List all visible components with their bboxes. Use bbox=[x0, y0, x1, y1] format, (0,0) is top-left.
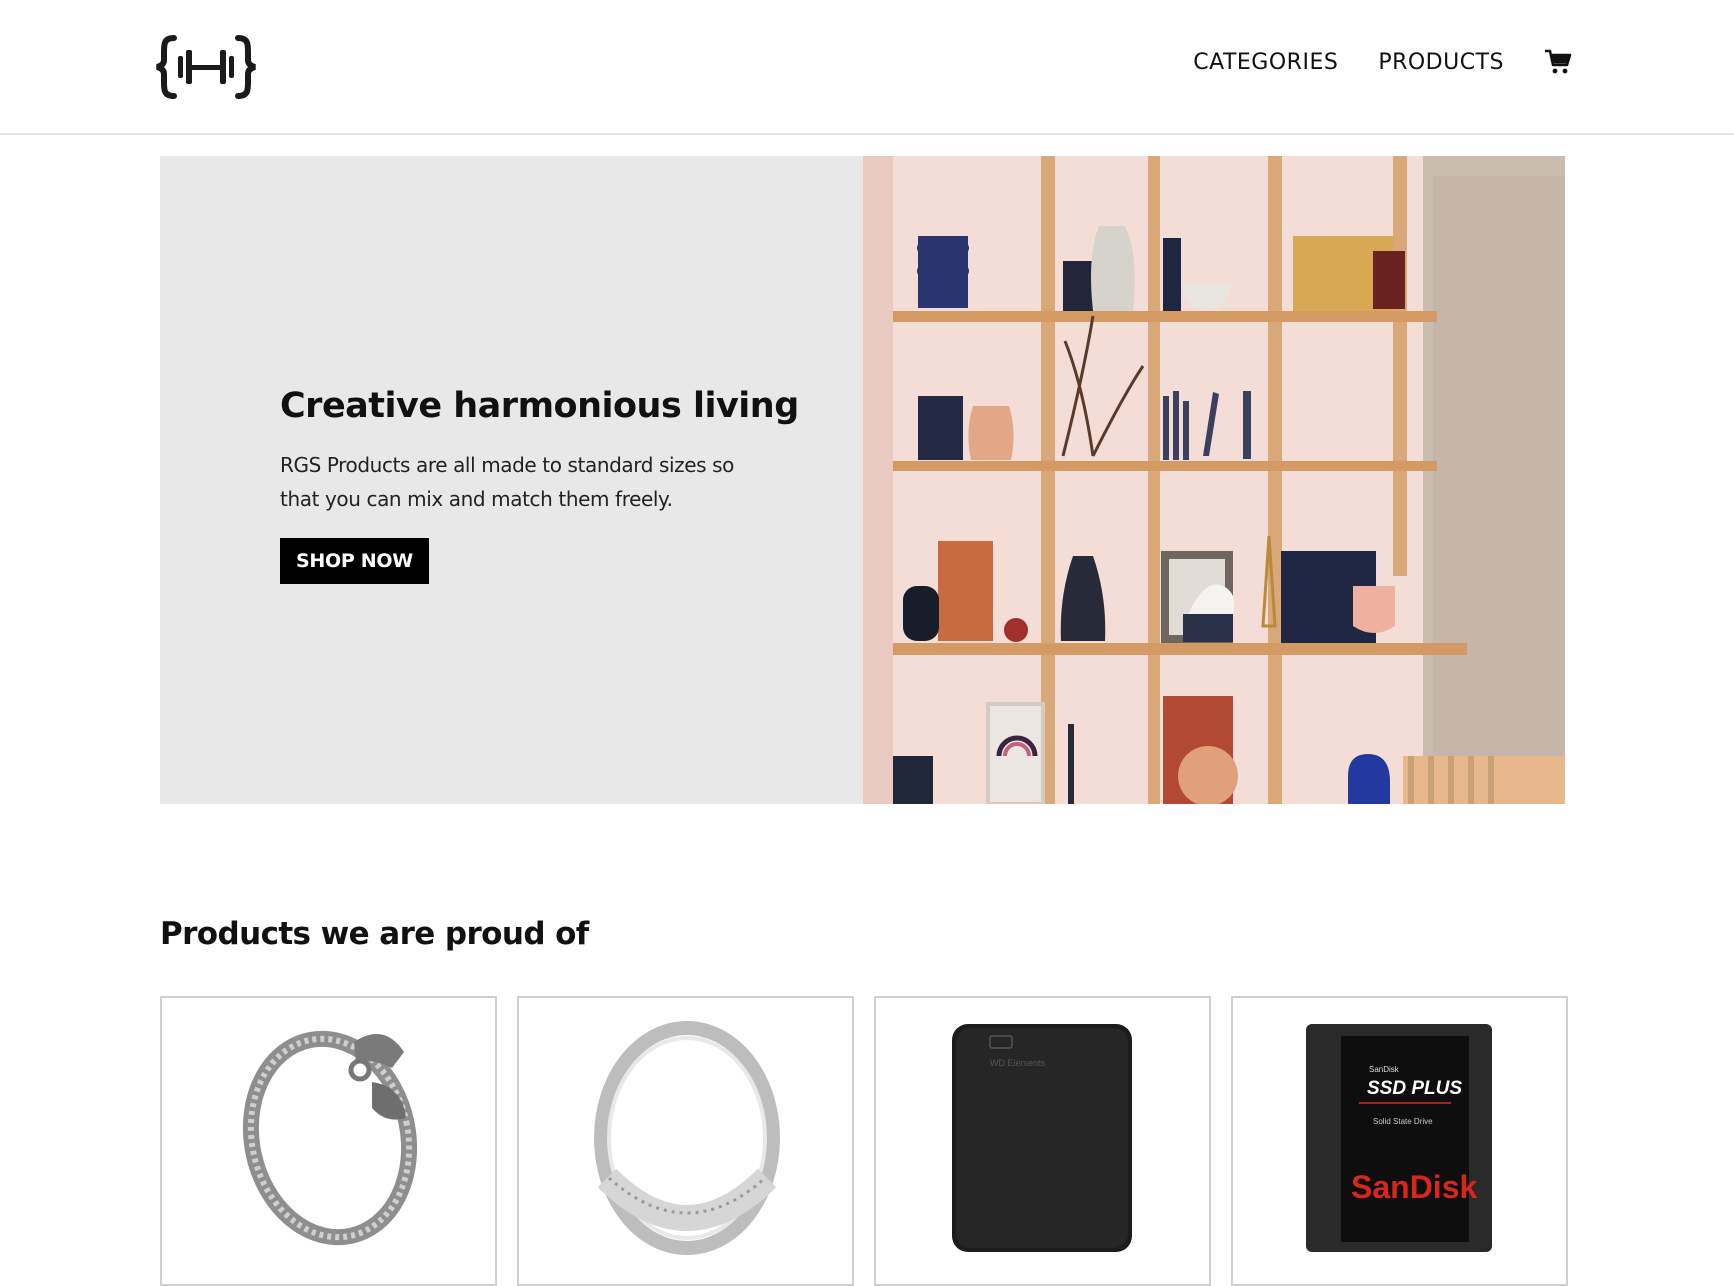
featured-title: Products we are proud of bbox=[160, 916, 589, 952]
hero-title: Creative harmonious living bbox=[280, 386, 799, 426]
sandisk-ssd-photo: SanDisk SSD PLUS Solid State Drive SanDi… bbox=[1306, 1024, 1492, 1252]
wd-brand-text: WD Elements bbox=[990, 1058, 1046, 1068]
ssd-model-text: SSD PLUS bbox=[1367, 1078, 1462, 1099]
hero-text: Creative harmonious living RGS Products … bbox=[280, 386, 799, 584]
wd-elements-drive-photo: WD Elements bbox=[952, 1024, 1132, 1252]
product-card[interactable] bbox=[160, 996, 497, 1286]
hero-description: RGS Products are all made to standard si… bbox=[280, 453, 735, 511]
nav-categories[interactable]: CATEGORIES bbox=[1193, 50, 1338, 75]
cart-icon[interactable] bbox=[1544, 48, 1572, 76]
featured-products: WD Elements SanDisk SSD PLUS Solid State… bbox=[160, 996, 1568, 1286]
ssd-sub-text: Solid State Drive bbox=[1373, 1117, 1433, 1126]
product-card[interactable]: WD Elements bbox=[874, 996, 1211, 1286]
logo[interactable] bbox=[156, 34, 256, 100]
shop-now-button[interactable]: SHOP NOW bbox=[280, 538, 429, 584]
dragon-bracelet-photo bbox=[242, 1030, 418, 1246]
nav-products[interactable]: PRODUCTS bbox=[1378, 50, 1504, 75]
hero-banner: Creative harmonious living RGS Products … bbox=[160, 156, 1565, 804]
ssd-brand-logo: SanDisk bbox=[1351, 1169, 1477, 1205]
product-card[interactable]: SanDisk SSD PLUS Solid State Drive SanDi… bbox=[1231, 996, 1568, 1286]
silver-ring-photo bbox=[594, 1021, 780, 1255]
product-card[interactable] bbox=[517, 996, 854, 1286]
main-nav: CATEGORIES PRODUCTS bbox=[1153, 48, 1572, 76]
site-header: CATEGORIES PRODUCTS bbox=[0, 0, 1734, 135]
shelf-photo bbox=[863, 156, 1565, 804]
ssd-small-brand: SanDisk bbox=[1369, 1065, 1400, 1074]
